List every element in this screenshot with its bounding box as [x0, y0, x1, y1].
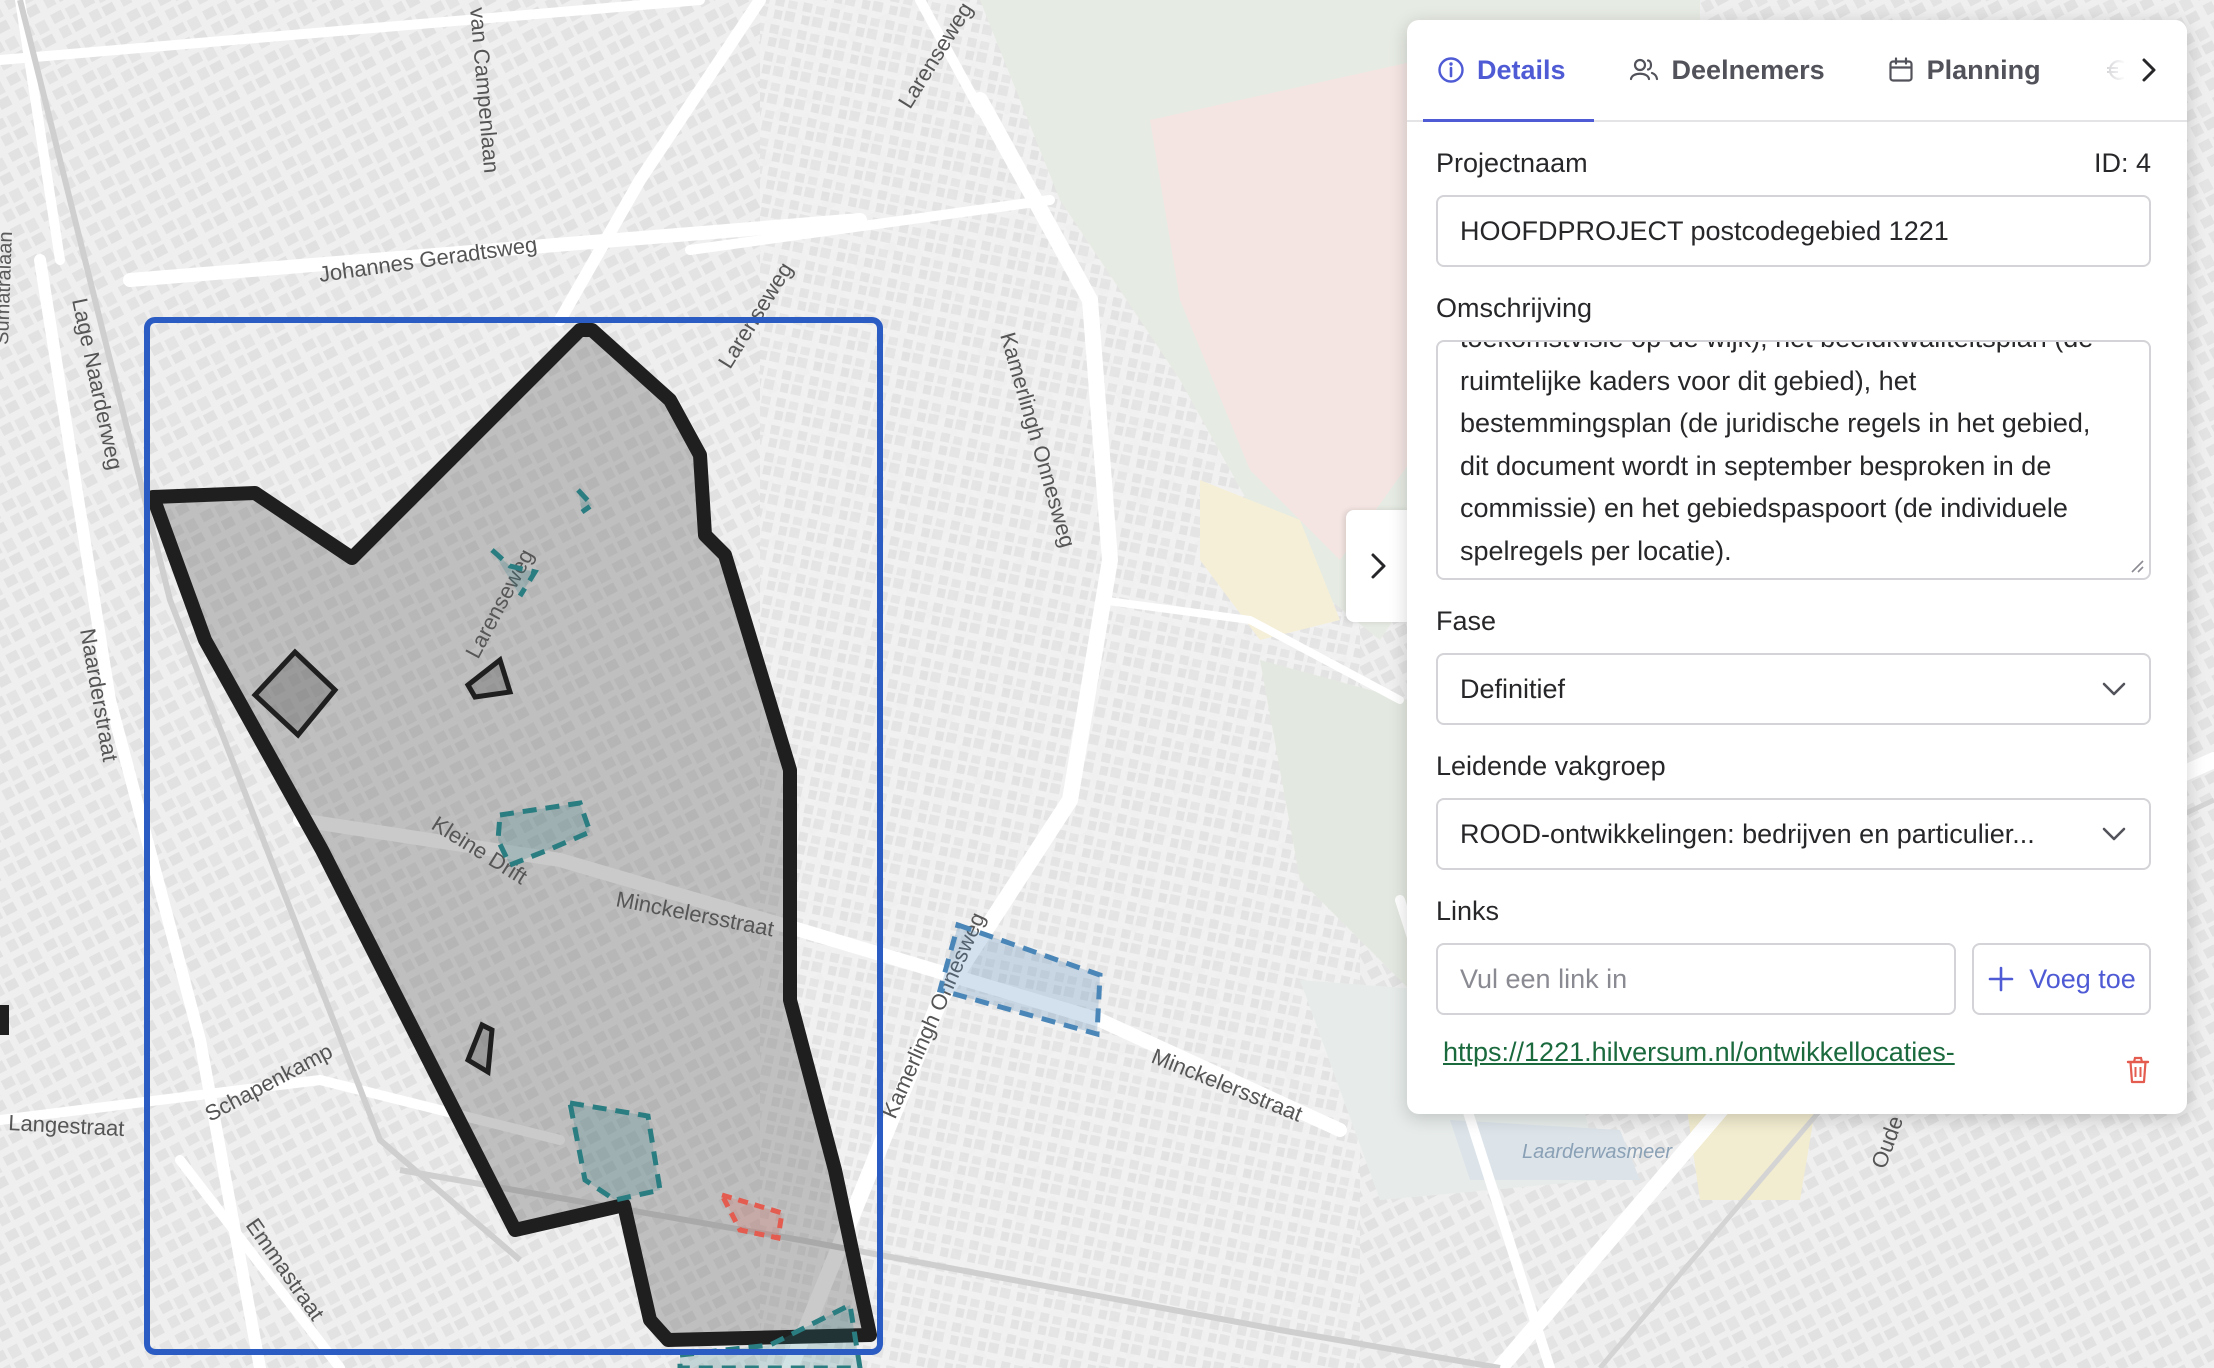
phase-label: Fase: [1436, 606, 1497, 636]
collapse-panel-button[interactable]: [1346, 510, 1410, 622]
phase-select[interactable]: Definitief: [1436, 653, 2151, 725]
trash-icon[interactable]: [2125, 1055, 2151, 1085]
plus-icon: [1988, 966, 2014, 992]
description-textarea[interactable]: toekomstvisie op de wijk), het beeldkwal…: [1436, 340, 2151, 580]
description-line: bestemmingsplan (de juridische regels in…: [1460, 408, 2091, 438]
tabs-scroll-right-button[interactable]: [2129, 48, 2169, 92]
users-icon: [1629, 58, 1658, 81]
chevron-down-icon: [2102, 682, 2126, 696]
euro-icon: [2106, 60, 2124, 80]
description-line: toekomstvisie op de wijk), het beeldkwal…: [1460, 342, 2127, 360]
description-text: toekomstvisie op de wijk), het beeldkwal…: [1460, 342, 2127, 572]
chevron-down-icon: [2102, 827, 2126, 841]
link-item: https://1221.hilversum.nl/ontwikkellocat…: [1436, 1037, 2151, 1084]
project-name-row: Projectnaam ID: 4: [1436, 148, 2151, 179]
tab-deelnemers-label: Deelnemers: [1671, 54, 1825, 85]
links-row-label: Links: [1436, 896, 2151, 927]
tab-deelnemers[interactable]: Deelnemers: [1628, 20, 1825, 120]
tab-next-partial[interactable]: [2103, 20, 2131, 120]
details-form: Projectnaam ID: 4 HOOFDPROJECT postcodeg…: [1407, 148, 2187, 1084]
project-details-panel: Details Deelnemers Planning Projectnaam …: [1407, 20, 2187, 1114]
phase-value: Definitief: [1460, 673, 1566, 704]
tab-planning-label: Planning: [1926, 54, 2041, 85]
group-label: Leidende vakgroep: [1436, 751, 1666, 781]
chevron-right-icon: [2142, 58, 2156, 82]
link-url[interactable]: https://1221.hilversum.nl/ontwikkellocat…: [1443, 1037, 1955, 1068]
group-row: Leidende vakgroep: [1436, 751, 2151, 782]
description-line: commissie) en het gebiedspaspoort (de in…: [1460, 493, 2068, 523]
description-line: dit document wordt in september besproke…: [1460, 450, 2052, 481]
description-line: spelregels per locatie).: [1460, 535, 1732, 566]
project-name-label: Projectnaam: [1436, 148, 1588, 178]
description-row: Omschrijving: [1436, 293, 2151, 324]
link-input[interactable]: Vul een link in: [1436, 943, 1956, 1015]
phase-row: Fase: [1436, 606, 2151, 637]
project-name-value: HOOFDPROJECT postcodegebied 1221: [1460, 215, 1949, 246]
svg-text:Laarderwasmeer: Laarderwasmeer: [1522, 1141, 1673, 1163]
project-name-field[interactable]: HOOFDPROJECT postcodegebied 1221: [1436, 195, 2151, 267]
add-link-button[interactable]: Voeg toe: [1972, 943, 2151, 1015]
chevron-right-icon: [1371, 553, 1386, 579]
links-input-row: Vul een link in Voeg toe: [1436, 943, 2151, 1015]
group-select[interactable]: ROOD-ontwikkelingen: bedrijven en partic…: [1436, 798, 2151, 870]
tab-bar: Details Deelnemers Planning: [1407, 20, 2187, 122]
calendar-icon: [1889, 57, 1913, 82]
project-id: ID: 4: [2093, 148, 2151, 178]
group-value: ROOD-ontwikkelingen: bedrijven en partic…: [1460, 818, 2035, 849]
resize-grip-icon[interactable]: [2129, 558, 2145, 574]
description-line: ruimtelijke kaders voor dit gebied), het: [1460, 365, 1917, 396]
sub-area-black-4[interactable]: [0, 1005, 9, 1035]
tab-details-label: Details: [1477, 54, 1566, 85]
tab-details[interactable]: Details: [1423, 20, 1593, 122]
add-link-label: Voeg toe: [2029, 963, 2136, 994]
links-label: Links: [1436, 896, 1500, 926]
description-label: Omschrijving: [1436, 293, 1593, 323]
info-icon: [1438, 57, 1464, 83]
link-input-placeholder: Vul een link in: [1460, 963, 1628, 994]
tab-planning[interactable]: Planning: [1887, 20, 2041, 120]
